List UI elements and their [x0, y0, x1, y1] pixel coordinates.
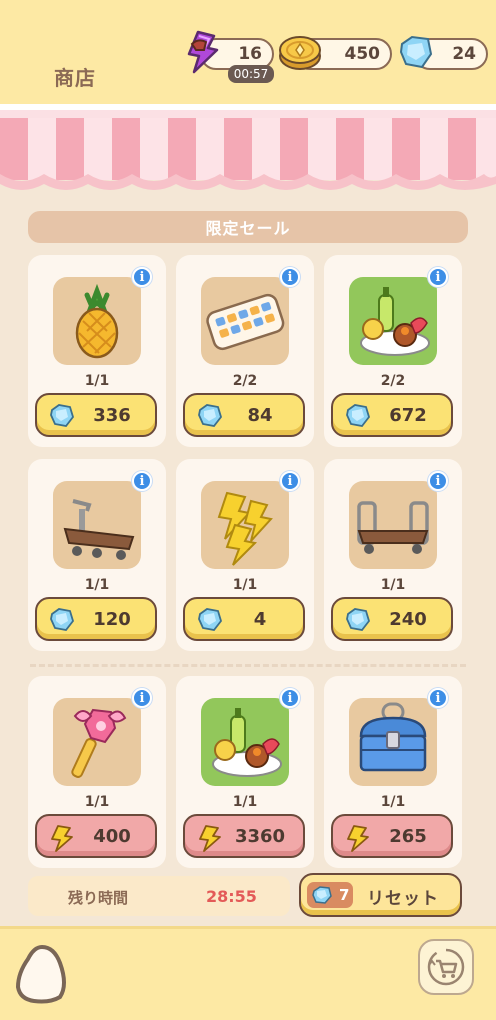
lightning-icon	[187, 30, 219, 74]
reset-button[interactable]: 7 リセット	[299, 873, 462, 917]
info-icon[interactable]: i	[428, 267, 448, 287]
item-price: 336	[93, 404, 131, 426]
gem-icon	[312, 886, 332, 904]
cart-history-button[interactable]	[418, 939, 474, 995]
buy-button[interactable]: 672	[331, 393, 453, 437]
item-stock-count: 1/1	[380, 577, 406, 593]
item-stock-count: 1/1	[84, 794, 110, 810]
item-stock-count: 1/1	[380, 794, 406, 810]
info-icon[interactable]: i	[132, 688, 152, 708]
remaining-time-label: 残り時間	[68, 889, 129, 907]
item-price: 672	[389, 404, 427, 426]
item-price: 4	[253, 608, 267, 630]
gem-value: 24	[452, 44, 476, 64]
back-button[interactable]	[14, 943, 68, 1005]
drinks-platter-image	[349, 277, 437, 365]
energy-bolts-image	[201, 481, 289, 569]
item-price: 400	[93, 825, 131, 847]
reset-label: リセット	[367, 889, 439, 909]
info-icon[interactable]: i	[132, 471, 152, 491]
top-bar: 商店 16 00:57 450 24	[0, 0, 496, 104]
item-stock-count: 1/1	[232, 577, 258, 593]
sale-header: 限定セール	[28, 211, 468, 243]
luggage-cart-image	[349, 481, 437, 569]
item-stock-count: 1/1	[84, 373, 110, 389]
shop-item-card[interactable]: i 2/2 672	[324, 255, 462, 447]
info-icon[interactable]: i	[428, 688, 448, 708]
item-price: 120	[93, 608, 131, 630]
info-icon[interactable]: i	[428, 471, 448, 491]
buy-button[interactable]: 240	[331, 597, 453, 641]
shop-item-card[interactable]: i 1/1 400	[28, 676, 166, 868]
page-title: 商店	[54, 66, 96, 90]
drinks-platter-image	[201, 698, 289, 786]
info-icon[interactable]: i	[132, 267, 152, 287]
buy-button[interactable]: 265	[331, 814, 453, 858]
info-icon[interactable]: i	[280, 471, 300, 491]
energy-timer: 00:57	[228, 65, 274, 83]
item-price: 265	[389, 825, 427, 847]
info-icon[interactable]: i	[280, 688, 300, 708]
remaining-time-panel: 残り時間 28:55	[28, 876, 290, 916]
cart-refresh-icon	[427, 948, 465, 986]
coin-value: 450	[344, 44, 381, 64]
energy-value: 16	[238, 44, 262, 64]
item-price: 240	[389, 608, 427, 630]
shop-awning	[0, 104, 496, 190]
buy-button[interactable]: 84	[183, 393, 305, 437]
item-stock-count: 1/1	[84, 577, 110, 593]
buy-button[interactable]: 336	[35, 393, 157, 437]
reset-cost-value: 7	[339, 886, 350, 904]
cart-image	[53, 481, 141, 569]
buy-button[interactable]: 400	[35, 814, 157, 858]
buy-button[interactable]: 120	[35, 597, 157, 641]
item-price: 3360	[234, 825, 286, 847]
treasure-chest-image	[349, 698, 437, 786]
shop-item-card[interactable]: i 1/1 336	[28, 255, 166, 447]
item-stock-count: 1/1	[232, 794, 258, 810]
info-icon[interactable]: i	[280, 267, 300, 287]
shop-item-card[interactable]: i 1/1 265	[324, 676, 462, 868]
item-price: 84	[247, 404, 273, 426]
magic-wand-image	[53, 698, 141, 786]
pineapple-image	[53, 277, 141, 365]
remaining-time-value: 28:55	[206, 887, 257, 906]
shop-item-card[interactable]: i 1/1 120	[28, 459, 166, 651]
bottom-bar	[0, 926, 496, 1020]
gem-icon	[399, 35, 433, 69]
buy-button[interactable]: 3360	[183, 814, 305, 858]
shop-item-card[interactable]: i 2/2 84	[176, 255, 314, 447]
section-divider	[30, 664, 466, 667]
shop-item-card[interactable]: i 1/1 240	[324, 459, 462, 651]
coin-icon	[279, 36, 321, 70]
reset-cost-badge: 7	[307, 882, 353, 908]
shop-item-card[interactable]: i 1/1 4	[176, 459, 314, 651]
keyboard-image	[201, 277, 289, 365]
shop-item-card[interactable]: i 1/1 3360	[176, 676, 314, 868]
item-stock-count: 2/2	[380, 373, 406, 389]
buy-button[interactable]: 4	[183, 597, 305, 641]
item-stock-count: 2/2	[232, 373, 258, 389]
